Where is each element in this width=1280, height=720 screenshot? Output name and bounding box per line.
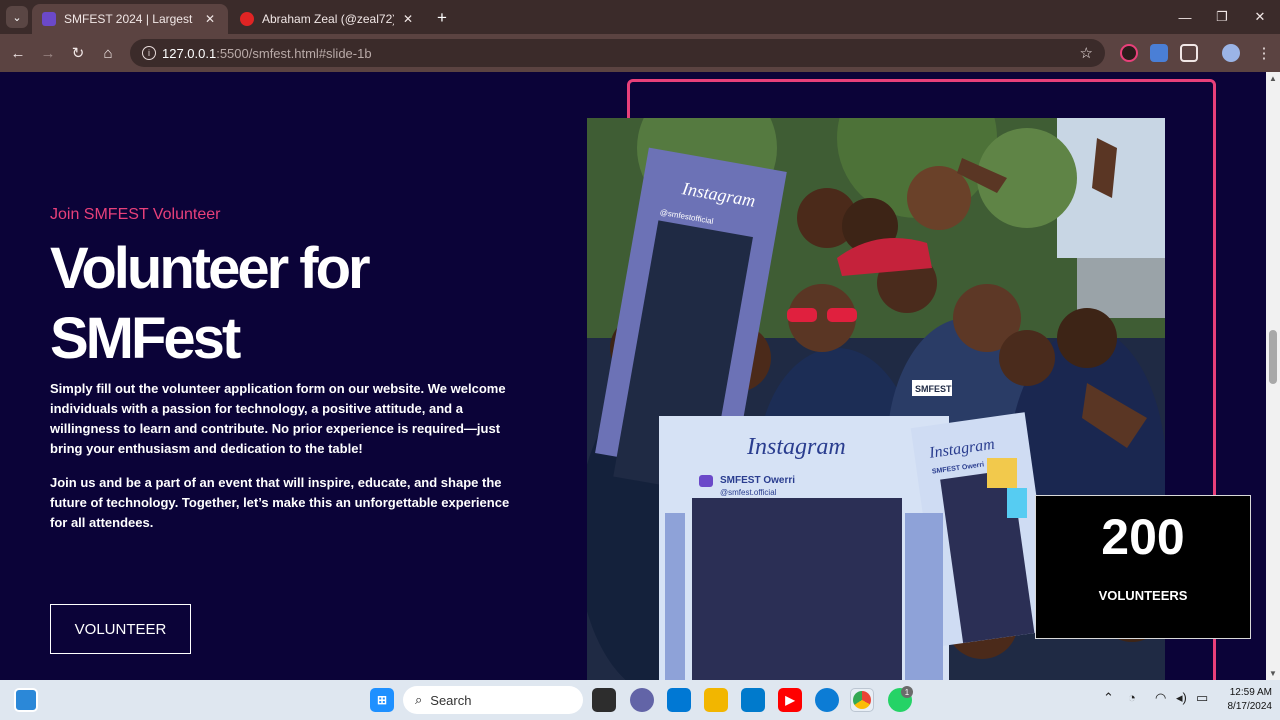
back-button[interactable]: ← <box>8 43 28 63</box>
tab-search-button[interactable]: ⌄ <box>6 6 28 28</box>
tab-title: Abraham Zeal (@zeal72) — Hiv <box>262 12 394 26</box>
search-placeholder: Search <box>430 692 472 708</box>
close-tab-icon[interactable]: ✕ <box>400 12 416 26</box>
store-icon[interactable] <box>667 688 691 712</box>
smfest-favicon-icon <box>42 12 56 26</box>
file-explorer-icon[interactable] <box>704 688 728 712</box>
browser-tab-bar: ⌄ SMFEST 2024 | Largest social M ✕ Abrah… <box>0 0 1280 34</box>
tab-abraham-zeal[interactable]: Abraham Zeal (@zeal72) — Hiv ✕ <box>230 4 426 34</box>
reload-button[interactable]: ↻ <box>68 43 88 63</box>
join-paragraph: Join us and be a part of an event that w… <box>50 475 510 530</box>
hive-favicon-icon <box>240 12 254 26</box>
close-tab-icon[interactable]: ✕ <box>202 12 218 26</box>
browser-toolbar: ← → ↻ ⌂ i 127.0.0.1 :5500/smfest.html#sl… <box>0 34 1280 72</box>
stat-label: VOLUNTEERS <box>1098 588 1188 603</box>
tab-smfest[interactable]: SMFEST 2024 | Largest social M ✕ <box>32 4 228 34</box>
bookmark-star-icon[interactable]: ☆ <box>1080 44 1093 62</box>
section-eyebrow: Join SMFEST Volunteer <box>50 206 221 223</box>
tray-overflow-icon[interactable]: ⌃ <box>1103 690 1114 706</box>
volume-icon[interactable]: ◂) <box>1176 690 1187 706</box>
home-button[interactable]: ⌂ <box>98 43 118 63</box>
clock-date: 8/17/2024 <box>1227 701 1273 712</box>
frame-brand-text: SMFEST Owerri <box>720 475 795 486</box>
wifi-icon[interactable]: ◠ <box>1155 690 1166 706</box>
taskbar-clock[interactable]: 12:59 AM 8/17/2024 <box>1218 686 1273 714</box>
taskbar-search[interactable]: ⌕ Search <box>403 686 583 714</box>
restore-button[interactable]: ❐ <box>1212 8 1232 26</box>
tray-app-icon[interactable]: ◔ <box>1128 690 1136 705</box>
extension-icon[interactable] <box>1150 44 1168 62</box>
new-tab-button[interactable]: + <box>432 8 452 28</box>
page-content: Join SMFEST Volunteer Volunteer for SMFe… <box>0 72 1280 680</box>
extensions-puzzle-icon[interactable] <box>1180 44 1198 62</box>
volunteer-button[interactable]: VOLUNTEER <box>50 604 191 654</box>
forward-button[interactable]: → <box>38 43 58 63</box>
chat-icon[interactable] <box>630 688 654 712</box>
scroll-thumb[interactable] <box>1269 330 1277 384</box>
windows-taskbar: ⊞ ⌕ Search ▶ ⌃ ◔ ◠ ◂) ▭ 12:59 AM 8/17/20… <box>0 680 1280 720</box>
close-window-button[interactable]: ✕ <box>1250 8 1270 26</box>
start-windows-icon[interactable]: ⊞ <box>370 688 394 712</box>
notification-badge: 1 <box>901 686 913 698</box>
task-view-icon[interactable] <box>592 688 616 712</box>
page-title: Volunteer for SMFest <box>50 236 371 371</box>
tab-title: SMFEST 2024 | Largest social M <box>64 12 196 26</box>
edge-icon[interactable] <box>815 688 839 712</box>
page-scrollbar[interactable]: ▲ ▼ <box>1266 72 1280 680</box>
frame-instagram-text: Instagram <box>746 434 846 460</box>
url-path: :5500/smfest.html#slide-1b <box>216 45 372 61</box>
widgets-icon[interactable] <box>14 688 38 712</box>
battery-icon[interactable]: ▭ <box>1196 690 1208 706</box>
stat-number: 200 <box>1101 509 1185 565</box>
chrome-icon[interactable] <box>850 688 874 712</box>
search-icon: ⌕ <box>415 692 423 707</box>
intro-paragraph: Simply fill out the volunteer applicatio… <box>50 381 506 456</box>
menu-kebab-icon[interactable]: ⋮ <box>1254 43 1274 63</box>
url-host: 127.0.0.1 <box>162 45 217 61</box>
scroll-up-icon[interactable]: ▲ <box>1269 74 1277 83</box>
youtube-icon[interactable]: ▶ <box>778 688 802 712</box>
address-bar[interactable]: i 127.0.0.1 :5500/smfest.html#slide-1b ☆ <box>130 39 1105 67</box>
volunteer-stat-card: 200 VOLUNTEERS <box>1035 495 1251 639</box>
scroll-down-icon[interactable]: ▼ <box>1269 669 1277 678</box>
profile-avatar[interactable] <box>1222 44 1240 62</box>
clock-time: 12:59 AM <box>1229 687 1272 698</box>
frame-handle-text: @smfest.official <box>720 488 777 497</box>
site-info-icon[interactable]: i <box>142 46 156 60</box>
extension-icon[interactable] <box>1120 44 1138 62</box>
minimize-button[interactable]: — <box>1175 8 1195 26</box>
shirt-logo-text: SMFEST <box>915 384 952 394</box>
vscode-icon[interactable] <box>741 688 765 712</box>
